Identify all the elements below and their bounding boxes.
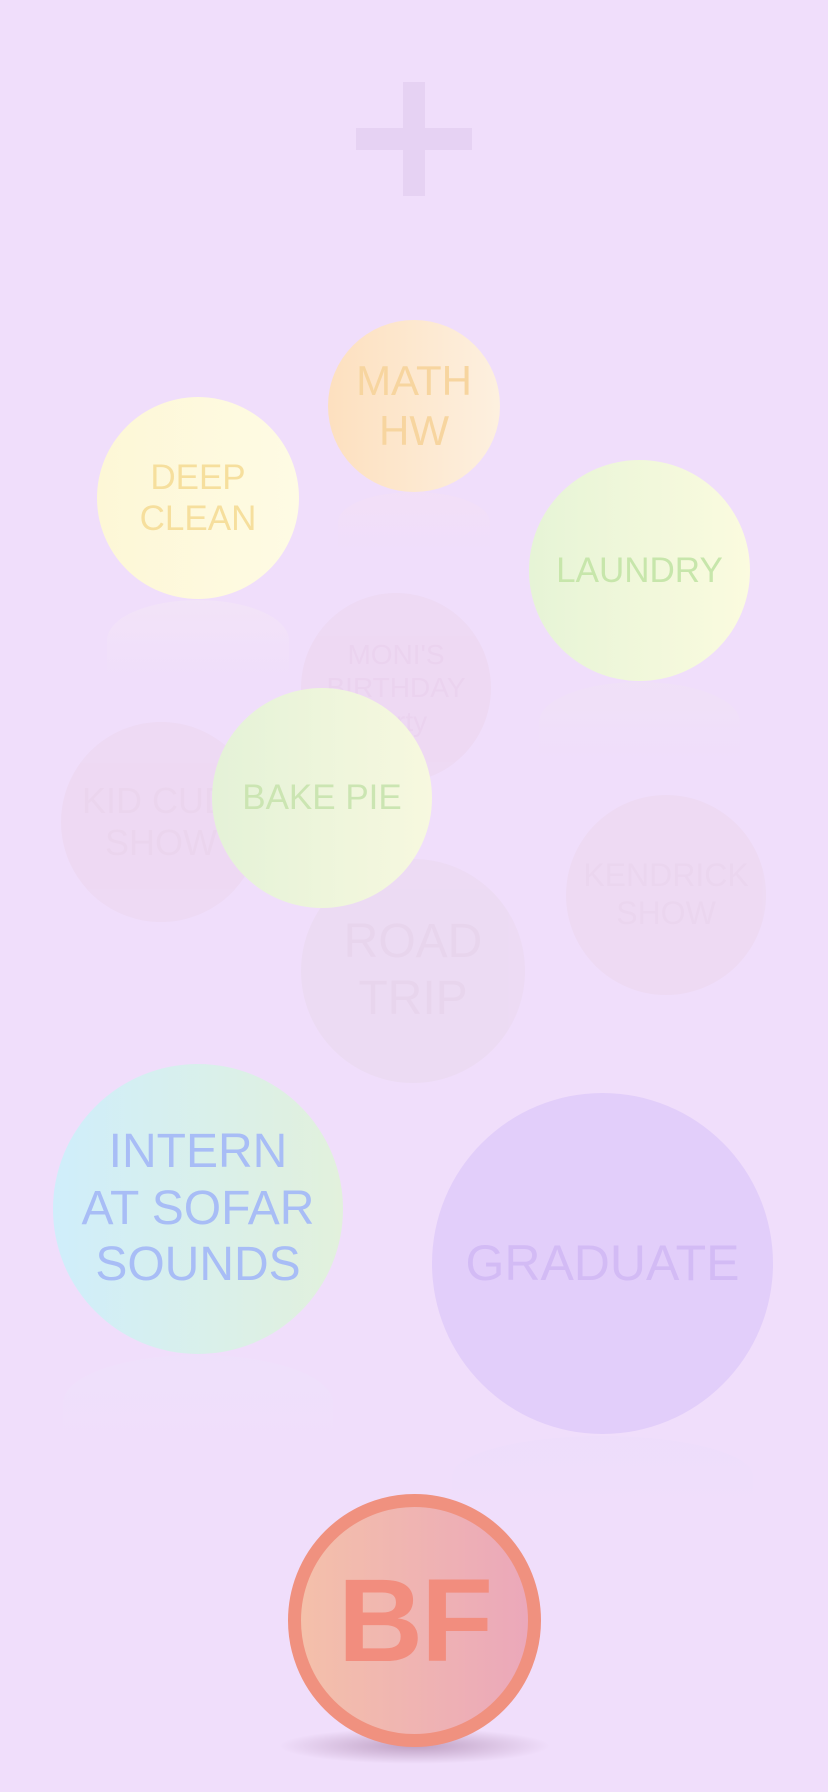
laundry-reflection [539, 682, 740, 762]
bubble-deep-clean[interactable]: DEEP CLEAN [97, 397, 299, 599]
deep-clean-reflection [107, 600, 289, 680]
bubble-graduate[interactable]: GRADUATE [432, 1093, 773, 1434]
bubble-laundry[interactable]: LAUNDRY [529, 460, 750, 681]
profile-avatar-button[interactable]: BF [288, 1494, 541, 1747]
add-goal-button[interactable] [356, 82, 472, 196]
intern-reflection [63, 1355, 333, 1450]
bubble-intern-at-sofar-sounds[interactable]: INTERN AT SOFAR SOUNDS [53, 1064, 343, 1354]
bubble-bake-pie[interactable]: BAKE PIE [212, 688, 432, 908]
graduate-reflection [452, 1436, 753, 1516]
math-reflection [338, 492, 490, 552]
bubble-kendrick-show[interactable]: KENDRICK SHOW [566, 795, 766, 995]
plus-icon-bar [356, 128, 472, 150]
bubble-math-hw[interactable]: MATH HW [328, 320, 500, 492]
